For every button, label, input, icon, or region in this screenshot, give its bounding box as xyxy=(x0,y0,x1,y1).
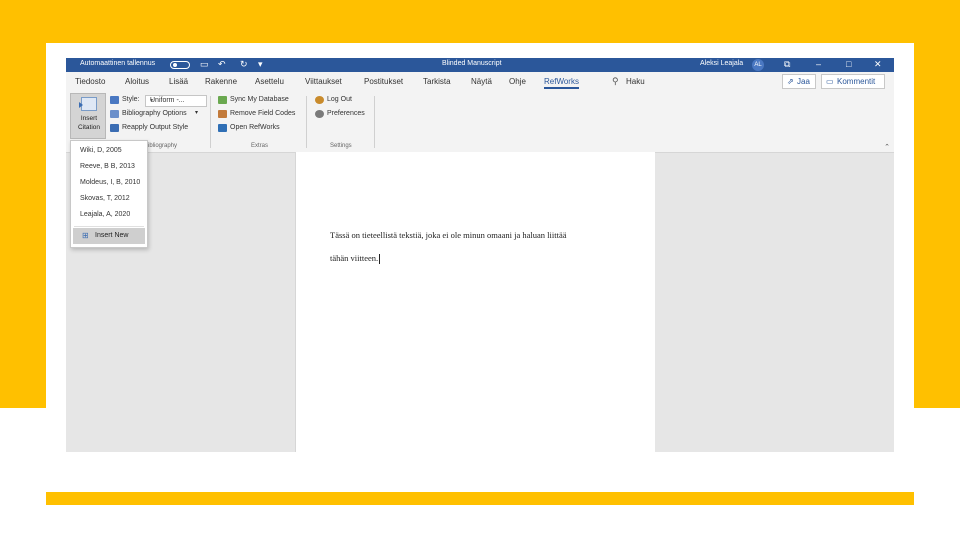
citation-item[interactable]: Moldeus, I, B, 2010 xyxy=(80,179,140,186)
insert-new-button[interactable]: ⊞ Insert New xyxy=(73,228,145,244)
citation-item[interactable]: Reeve, B B, 2013 xyxy=(80,163,135,170)
tab-viittaukset[interactable]: Viittaukset xyxy=(305,77,342,86)
open-refworks-icon xyxy=(218,124,227,132)
insert-new-label: Insert New xyxy=(95,232,129,239)
preferences-button[interactable]: Preferences xyxy=(327,110,365,117)
search-box[interactable]: Haku xyxy=(626,77,645,86)
autosave-toggle[interactable] xyxy=(170,61,190,69)
document-page[interactable]: Tässä on tieteellistä tekstiä, joka ei o… xyxy=(295,152,655,452)
chevron-down-icon: ▾ xyxy=(150,98,154,104)
tab-tiedosto[interactable]: Tiedosto xyxy=(75,77,105,86)
undo-icon[interactable]: ↶ xyxy=(218,59,226,70)
ribbon-tabs: Tiedosto Aloitus Lisää Rakenne Asettelu … xyxy=(66,72,894,92)
comments-button-label: Kommentit xyxy=(837,77,876,86)
group-divider xyxy=(306,96,307,148)
style-select[interactable]: Uniform -... ▾ xyxy=(145,95,207,107)
insert-citation-label-1: Insert xyxy=(80,115,98,122)
citation-item[interactable]: Wiki, D, 2005 xyxy=(80,147,122,154)
document-text-line-2: tähän viitteen. xyxy=(330,253,381,265)
insert-citation-button[interactable]: Insert Citation xyxy=(70,93,106,139)
share-icon: ⇗ xyxy=(787,77,794,86)
group-divider xyxy=(374,96,375,148)
gear-icon xyxy=(315,110,324,118)
insert-citation-label-2: Citation xyxy=(77,124,101,131)
bibliography-options-button[interactable]: Bibliography Options xyxy=(122,110,187,117)
search-icon[interactable]: ⚲ xyxy=(612,76,619,87)
redo-icon[interactable]: ↻ xyxy=(240,59,248,70)
bibliography-options-icon xyxy=(110,110,119,118)
share-button-label: Jaa xyxy=(797,77,810,86)
reapply-icon xyxy=(110,124,119,132)
user-name: Aleksi Leajala xyxy=(700,60,744,67)
tab-rakenne[interactable]: Rakenne xyxy=(205,77,237,86)
citation-item[interactable]: Skovas, T, 2012 xyxy=(80,195,130,202)
citation-item[interactable]: Leajala, A, 2020 xyxy=(80,211,130,218)
insert-citation-icon xyxy=(79,97,97,111)
insert-new-icon: ⊞ xyxy=(82,231,89,240)
group-label-settings: Settings xyxy=(330,143,352,149)
autosave-label: Automaattinen tallennus xyxy=(80,60,156,67)
ribbon-refworks: Insert Citation Style: Uniform -... ▾ Bi… xyxy=(66,92,894,153)
tab-nayta[interactable]: Näytä xyxy=(471,77,492,86)
log-out-button[interactable]: Log Out xyxy=(327,96,352,103)
remove-field-codes-icon xyxy=(218,110,227,118)
sync-my-database-button[interactable]: Sync My Database xyxy=(230,96,289,103)
comments-button[interactable]: ▭ Kommentit xyxy=(821,74,885,89)
sync-icon xyxy=(218,96,227,104)
customize-qat-icon[interactable]: ▾ xyxy=(258,59,263,70)
tab-asettelu[interactable]: Asettelu xyxy=(255,77,284,86)
group-label-bibliography: Bibliography xyxy=(144,143,178,149)
tab-refworks[interactable]: RefWorks xyxy=(544,77,579,89)
title-bar: Automaattinen tallennus ▭ ↶ ↻ ▾ Blinded … xyxy=(66,58,894,72)
save-icon[interactable]: ▭ xyxy=(200,59,209,70)
document-text-line-1: Tässä on tieteellistä tekstiä, joka ei o… xyxy=(330,230,567,240)
citation-dropdown: Wiki, D, 2005 Reeve, B B, 2013 Moldeus, … xyxy=(70,140,148,248)
comment-icon: ▭ xyxy=(826,77,834,86)
remove-field-codes-button[interactable]: Remove Field Codes xyxy=(230,110,295,117)
reapply-output-style-button[interactable]: Reapply Output Style xyxy=(122,124,188,131)
bibliography-options-chevron-icon[interactable]: ▾ xyxy=(195,109,198,116)
ribbon-display-icon[interactable]: ⧉ xyxy=(784,59,790,70)
document-title: Blinded Manuscript xyxy=(442,60,502,67)
style-icon xyxy=(110,96,119,104)
group-label-extras: Extras xyxy=(251,143,269,149)
document-text-line-2-content: tähän viitteen. xyxy=(330,253,379,263)
word-window: Automaattinen tallennus ▭ ↶ ↻ ▾ Blinded … xyxy=(66,58,894,452)
close-icon[interactable]: ✕ xyxy=(874,59,882,70)
tab-postitukset[interactable]: Postitukset xyxy=(364,77,403,86)
minimize-icon[interactable]: – xyxy=(816,59,821,69)
tab-tarkista[interactable]: Tarkista xyxy=(423,77,451,86)
avatar[interactable]: AL xyxy=(752,59,764,71)
share-button[interactable]: ⇗ Jaa xyxy=(782,74,816,89)
group-divider xyxy=(210,96,211,148)
tab-aloitus[interactable]: Aloitus xyxy=(125,77,149,86)
maximize-icon[interactable]: □ xyxy=(846,59,851,69)
open-refworks-button[interactable]: Open RefWorks xyxy=(230,124,280,131)
tab-ohje[interactable]: Ohje xyxy=(509,77,526,86)
slide-accent-bar xyxy=(46,492,914,505)
style-label: Style: xyxy=(122,96,140,103)
tab-lisaa[interactable]: Lisää xyxy=(169,77,188,86)
log-out-icon xyxy=(315,96,324,104)
collapse-ribbon-icon[interactable]: ⌃ xyxy=(884,143,890,151)
text-cursor xyxy=(379,254,381,265)
dropdown-divider xyxy=(74,226,144,227)
